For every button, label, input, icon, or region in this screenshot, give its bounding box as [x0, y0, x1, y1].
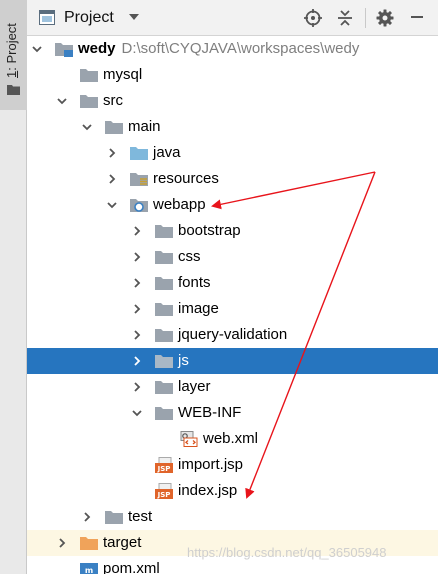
project-icon	[39, 10, 55, 25]
tree-item-label: src	[103, 92, 123, 109]
watermark: https://blog.csdn.net/qq_36505948	[187, 545, 387, 560]
chevron-right-icon[interactable]	[132, 356, 142, 366]
folder-icon	[155, 381, 173, 394]
folder-icon	[80, 95, 98, 108]
tree-item-label: webapp	[153, 196, 206, 213]
project-tab-label: 1: Project	[4, 23, 19, 78]
tree-row-web-xml[interactable]: web.xml	[27, 426, 438, 452]
hide-icon[interactable]	[408, 9, 426, 27]
tree-row-wedy[interactable]: wedy D:\soft\CYQJAVA\workspaces\wedy	[27, 36, 438, 62]
tree-row-js[interactable]: js	[27, 348, 438, 374]
tree-item-label: target	[103, 534, 142, 551]
chevron-down-icon[interactable]	[107, 200, 117, 210]
tree-item-label: web.xml	[203, 430, 259, 447]
tree-item-label: pom.xml	[103, 560, 160, 574]
tree-row-mysql[interactable]: mysql	[27, 62, 438, 88]
maven-file-icon: m	[80, 563, 98, 574]
web-folder-icon	[130, 199, 148, 212]
tree-item-label: main	[128, 118, 161, 135]
tree-row-src[interactable]: src	[27, 88, 438, 114]
folder-icon	[155, 303, 173, 316]
locate-icon[interactable]	[304, 9, 322, 27]
chevron-right-icon[interactable]	[132, 252, 142, 262]
tree-row-image[interactable]: image	[27, 296, 438, 322]
project-tool-window-tab[interactable]: 1: Project	[0, 0, 27, 110]
tree-row-webapp[interactable]: webapp	[27, 192, 438, 218]
tree-row-index-jsp[interactable]: JSP index.jsp	[27, 478, 438, 504]
tree-row-fonts[interactable]: fonts	[27, 270, 438, 296]
tree-row-resources[interactable]: resources	[27, 166, 438, 192]
resources-folder-icon	[130, 173, 148, 186]
tree-row-java[interactable]: java	[27, 140, 438, 166]
xml-file-icon	[180, 431, 198, 447]
tree-item-label: WEB-INF	[178, 404, 242, 421]
chevron-down-icon[interactable]	[82, 122, 92, 132]
tree-row-import-jsp[interactable]: JSP import.jsp	[27, 452, 438, 478]
chevron-right-icon[interactable]	[132, 330, 142, 340]
chevron-right-icon[interactable]	[132, 382, 142, 392]
tree-row-main[interactable]: main	[27, 114, 438, 140]
tree-row-bootstrap[interactable]: bootstrap	[27, 218, 438, 244]
tree-item-label: fonts	[178, 274, 211, 291]
excluded-folder-icon	[80, 537, 98, 550]
chevron-down-icon[interactable]	[128, 11, 140, 23]
chevron-right-icon[interactable]	[132, 304, 142, 314]
tree-item-label: mysql	[103, 66, 143, 83]
folder-icon	[155, 277, 173, 290]
tree-row-test[interactable]: test	[27, 504, 438, 530]
tree-item-label: java	[153, 144, 181, 161]
tree-row-jquery-validation[interactable]: jquery-validation	[27, 322, 438, 348]
folder-icon	[155, 355, 173, 368]
jsp-file-icon: JSP	[155, 483, 173, 499]
folder-icon	[155, 329, 173, 342]
gear-icon[interactable]	[376, 9, 394, 27]
tree-item-label: import.jsp	[178, 456, 244, 473]
folder-icon	[155, 225, 173, 238]
tree-item-label: resources	[153, 170, 219, 187]
tree-item-label: css	[178, 248, 201, 265]
chevron-down-icon[interactable]	[132, 408, 142, 418]
tree-item-label: image	[178, 300, 219, 317]
module-folder-icon	[55, 43, 73, 57]
tree-item-label: js	[178, 352, 189, 369]
chevron-right-icon[interactable]	[107, 174, 117, 184]
source-folder-icon	[130, 147, 148, 160]
jsp-file-icon: JSP	[155, 457, 173, 473]
chevron-right-icon[interactable]	[107, 148, 117, 158]
chevron-down-icon[interactable]	[57, 96, 67, 106]
tree-item-label: layer	[178, 378, 211, 395]
chevron-right-icon[interactable]	[82, 512, 92, 522]
chevron-right-icon[interactable]	[57, 538, 67, 548]
svg-text:JSP: JSP	[157, 465, 171, 473]
tree-item-label: bootstrap	[178, 222, 241, 239]
chevron-right-icon[interactable]	[132, 278, 142, 288]
folder-icon	[105, 121, 123, 134]
view-selector-label[interactable]: Project	[64, 9, 114, 27]
collapse-all-icon[interactable]	[336, 9, 354, 27]
folder-icon	[155, 251, 173, 264]
project-header: Project	[27, 0, 438, 36]
tree-row-css[interactable]: css	[27, 244, 438, 270]
svg-text:m: m	[85, 566, 93, 574]
folder-icon	[80, 69, 98, 82]
folder-icon	[155, 407, 173, 420]
folder-icon	[7, 85, 20, 95]
tree-row-layer[interactable]: layer	[27, 374, 438, 400]
tree-item-label: jquery-validation	[178, 326, 288, 343]
chevron-down-icon[interactable]	[32, 44, 42, 54]
folder-icon	[105, 511, 123, 524]
module-path: D:\soft\CYQJAVA\workspaces\wedy	[121, 40, 360, 57]
tree-item-label: index.jsp	[178, 482, 238, 499]
toolbar-separator	[365, 8, 366, 28]
svg-text:JSP: JSP	[157, 491, 171, 499]
tool-window-strip: 1: Project	[0, 0, 27, 574]
chevron-right-icon[interactable]	[132, 226, 142, 236]
tree-row-web-inf[interactable]: WEB-INF	[27, 400, 438, 426]
tree-item-label: wedy D:\soft\CYQJAVA\workspaces\wedy	[78, 40, 360, 57]
tree-item-label: test	[128, 508, 153, 525]
project-tree: wedy D:\soft\CYQJAVA\workspaces\wedy mysq…	[27, 36, 438, 574]
